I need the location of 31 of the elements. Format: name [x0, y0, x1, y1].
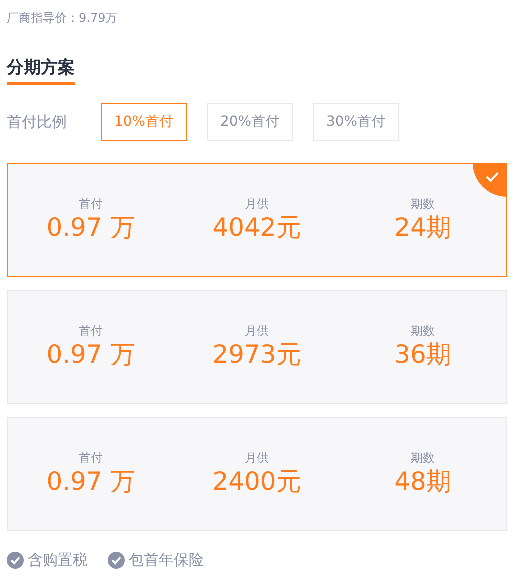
plan-card[interactable]: 首付 0.97 万 月供 4042元 期数 24期: [7, 163, 507, 277]
included-note: 包首年保险: [129, 551, 204, 570]
plan-field-label: 首付: [79, 196, 103, 212]
plan-field-value: 2973元: [212, 339, 302, 371]
down-payment-option[interactable]: 30%首付: [313, 103, 399, 141]
plan-field-value: 24期: [394, 212, 452, 244]
plan-field-value: 0.97 万: [46, 339, 136, 371]
down-payment-option[interactable]: 10%首付: [101, 103, 187, 141]
plan-field-label: 月供: [245, 323, 269, 339]
included-note: 含购置税: [28, 551, 88, 570]
section-title: 分期方案: [7, 57, 75, 85]
plan-field-label: 月供: [245, 196, 269, 212]
plan-field-value: 0.97 万: [46, 466, 136, 498]
plan-field-value: 0.97 万: [46, 212, 136, 244]
plan-field-label: 期数: [411, 450, 435, 466]
guide-price: 厂商指导价：9.79万: [7, 10, 119, 27]
plan-field-label: 首付: [79, 450, 103, 466]
plan-card[interactable]: 首付 0.97 万 月供 2400元 期数 48期: [7, 417, 507, 531]
plan-field-label: 月供: [245, 450, 269, 466]
check-circle-icon: [108, 552, 125, 569]
plan-field-value: 4042元: [212, 212, 302, 244]
plan-field-label: 期数: [411, 196, 435, 212]
plan-field-label: 首付: [79, 323, 103, 339]
plan-field-value: 36期: [394, 339, 452, 371]
plan-card[interactable]: 首付 0.97 万 月供 2973元 期数 36期: [7, 290, 507, 404]
plan-field-value: 48期: [394, 466, 452, 498]
plan-field-value: 2400元: [212, 466, 302, 498]
check-circle-icon: [7, 552, 24, 569]
down-payment-option[interactable]: 20%首付: [207, 103, 293, 141]
plan-field-label: 期数: [411, 323, 435, 339]
ratio-label: 首付比例: [7, 112, 68, 132]
